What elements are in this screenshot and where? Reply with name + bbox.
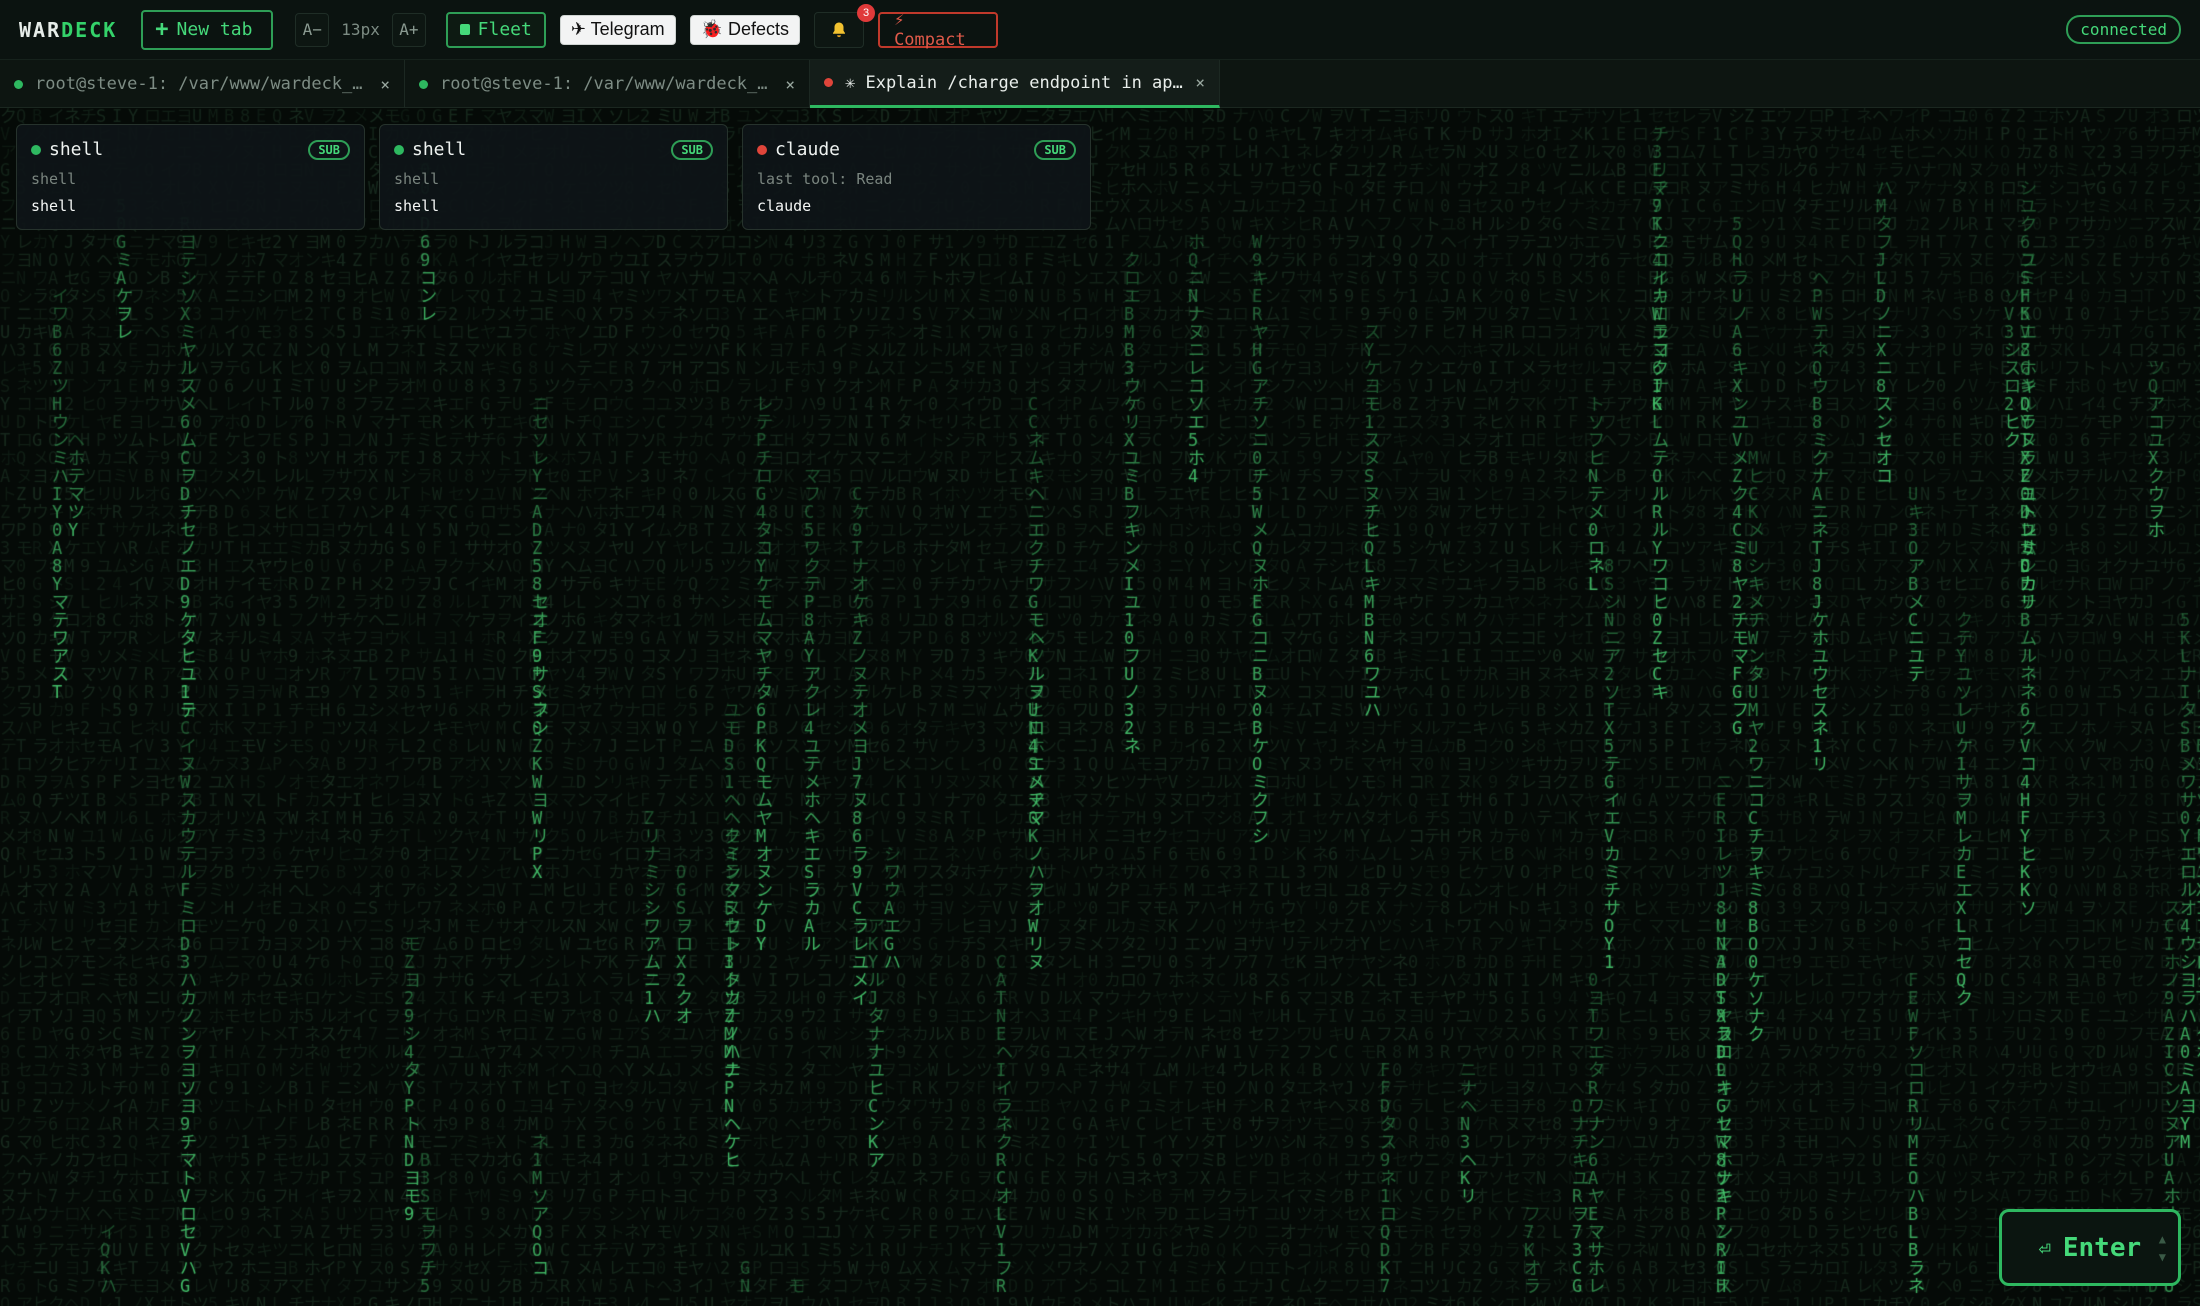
tab-label: ✳ Explain /charge endpoint in ap…: [845, 72, 1183, 93]
new-tab-button[interactable]: + New tab: [141, 9, 274, 50]
session-title: shell: [412, 139, 467, 160]
notifications-button[interactable]: 3: [814, 3, 876, 48]
font-increase-button[interactable]: A+: [391, 12, 426, 47]
scroll-arrows-icon: ▲ ▼: [2158, 1231, 2166, 1264]
fleet-square-icon: [459, 24, 470, 35]
tab-label: root@steve-1: /var/www/wardeck_b…: [35, 74, 369, 94]
bell-icon: [833, 22, 846, 37]
app-logo: WARDECK: [19, 17, 118, 42]
notifications-count-badge: 3: [857, 3, 876, 22]
session-cards: shell SUB shell shell shell SUB shell sh…: [16, 124, 1091, 230]
font-decrease-button[interactable]: A−: [295, 12, 330, 47]
sub-badge: SUB: [308, 139, 350, 160]
session-meta: shell: [31, 170, 77, 188]
session-status-dot: [394, 144, 404, 155]
session-status-dot: [31, 144, 41, 155]
tab-status-dot: [824, 78, 833, 87]
compact-button[interactable]: ⚡ Compact: [878, 10, 999, 50]
tab-shell-1[interactable]: root@steve-1: /var/www/wardeck_b… ×: [0, 60, 405, 108]
enter-button[interactable]: ⏎ Enter ▲ ▼: [1999, 1209, 2181, 1286]
sub-badge: SUB: [671, 139, 713, 160]
sub-badge: SUB: [1034, 139, 1076, 160]
top-toolbar: WARDECK + New tab A− 13px A+ Fleet ✈ Tel…: [0, 0, 2200, 60]
defects-button[interactable]: 🐞 Defects: [689, 14, 801, 45]
session-command: shell: [31, 197, 77, 215]
close-icon[interactable]: ×: [1195, 73, 1205, 92]
session-tab-bar: root@steve-1: /var/www/wardeck_b… × root…: [0, 60, 2200, 108]
tab-status-dot: [419, 79, 428, 89]
session-meta: last tool: Read: [757, 170, 893, 188]
plus-icon: +: [155, 17, 169, 42]
enter-label: Enter: [2062, 1232, 2142, 1263]
tab-status-dot: [14, 79, 23, 89]
fleet-button[interactable]: Fleet: [445, 11, 546, 48]
new-tab-label: New tab: [176, 19, 253, 40]
return-icon: ⏎: [2038, 1235, 2051, 1260]
font-size-control: A− 13px A+: [295, 12, 426, 47]
session-card-shell-1[interactable]: shell SUB shell shell: [16, 124, 365, 230]
session-meta: shell: [394, 170, 440, 188]
telegram-button[interactable]: ✈ Telegram: [559, 14, 676, 45]
tab-label: root@steve-1: /var/www/wardeck_b…: [440, 74, 774, 94]
session-title: shell: [49, 139, 104, 160]
close-icon[interactable]: ×: [380, 75, 390, 94]
fleet-label: Fleet: [477, 19, 532, 40]
font-size-value: 13px: [341, 20, 380, 39]
session-card-shell-2[interactable]: shell SUB shell shell: [379, 124, 728, 230]
session-status-dot: [757, 144, 767, 155]
tab-shell-2[interactable]: root@steve-1: /var/www/wardeck_b… ×: [405, 60, 810, 108]
session-command: shell: [394, 197, 440, 215]
session-command: claude: [757, 197, 812, 215]
tab-claude[interactable]: ✳ Explain /charge endpoint in ap… ×: [810, 60, 1220, 108]
session-card-claude[interactable]: claude SUB last tool: Read claude: [742, 124, 1091, 230]
session-title: claude: [775, 139, 841, 160]
matrix-rain-background: [0, 108, 2200, 1306]
close-icon[interactable]: ×: [785, 75, 795, 94]
connection-status-badge: connected: [2066, 15, 2181, 44]
